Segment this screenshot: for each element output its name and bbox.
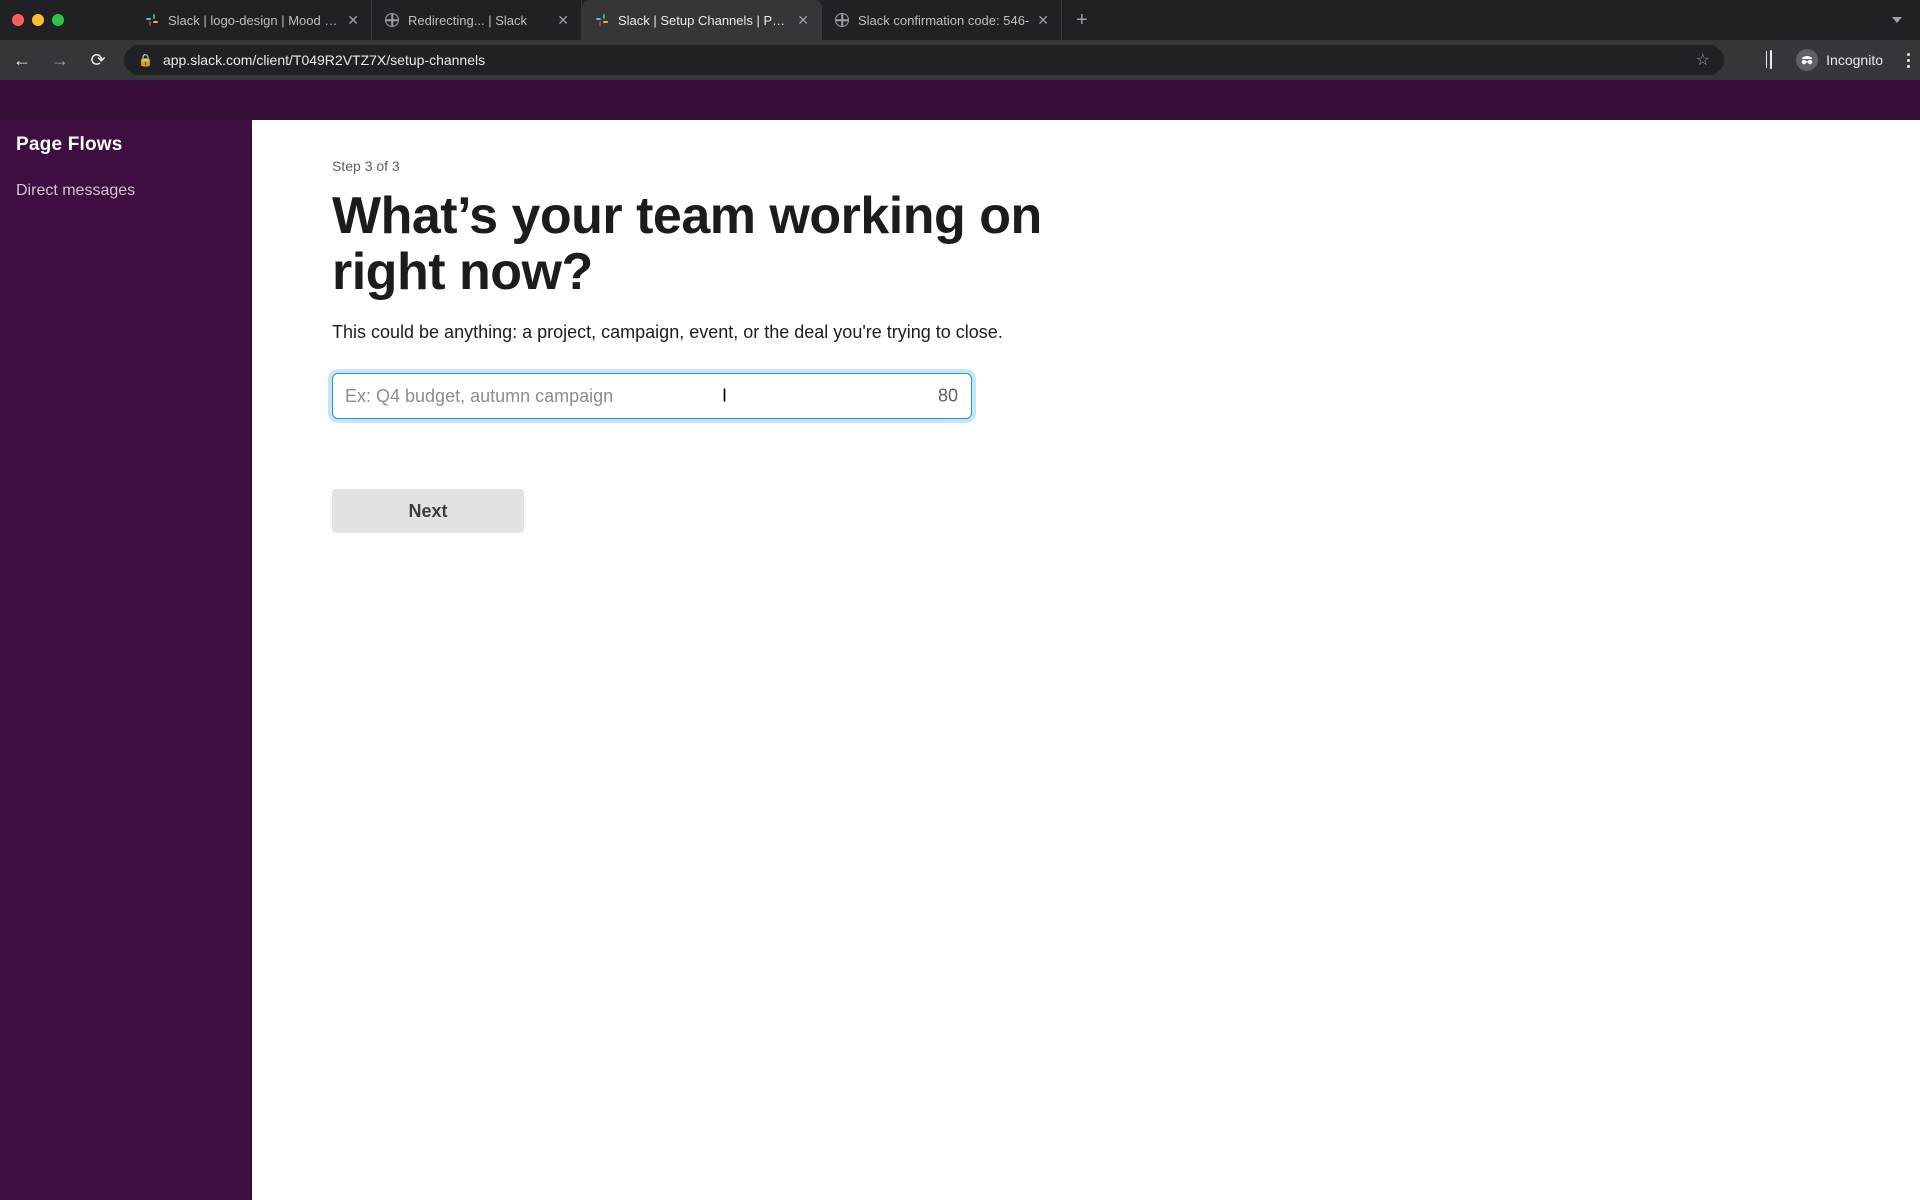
channel-name-field: 80 I bbox=[332, 373, 972, 419]
lock-icon: 🔒 bbox=[138, 53, 153, 67]
forward-button[interactable]: → bbox=[48, 50, 72, 71]
globe-icon bbox=[384, 12, 400, 28]
tab-label: Slack | Setup Channels | Page bbox=[618, 13, 789, 28]
chevron-down-icon bbox=[1892, 17, 1902, 23]
window-titlebar: Slack | logo-design | Mood Joy ✕ Redirec… bbox=[0, 0, 1920, 40]
page-heading: What’s your team working on right now? bbox=[332, 188, 1092, 300]
window-close-button[interactable] bbox=[12, 14, 24, 26]
workspace-name[interactable]: Page Flows bbox=[16, 134, 236, 156]
window-controls bbox=[12, 14, 64, 26]
url-text: app.slack.com/client/T049R2VTZ7X/setup-c… bbox=[163, 52, 1686, 68]
browser-tab-0[interactable]: Slack | logo-design | Mood Joy ✕ bbox=[132, 0, 372, 40]
browser-tab-2[interactable]: Slack | Setup Channels | Page ✕ bbox=[582, 0, 822, 40]
slack-icon bbox=[594, 12, 610, 28]
address-bar[interactable]: 🔒 app.slack.com/client/T049R2VTZ7X/setup… bbox=[124, 45, 1724, 75]
kebab-icon bbox=[1907, 53, 1910, 68]
tab-strip: Slack | logo-design | Mood Joy ✕ Redirec… bbox=[132, 0, 1102, 40]
tabstrip-overflow[interactable] bbox=[1892, 17, 1908, 23]
side-panel-button[interactable] bbox=[1770, 51, 1772, 69]
window-minimize-button[interactable] bbox=[32, 14, 44, 26]
incognito-icon bbox=[1796, 49, 1818, 71]
browser-tab-3[interactable]: Slack confirmation code: 546- ✕ bbox=[822, 0, 1062, 40]
page-subtext: This could be anything: a project, campa… bbox=[332, 322, 1920, 343]
close-icon[interactable]: ✕ bbox=[347, 13, 359, 27]
close-icon[interactable]: ✕ bbox=[1037, 13, 1049, 27]
slack-icon bbox=[144, 12, 160, 28]
incognito-label: Incognito bbox=[1826, 52, 1883, 68]
sidebar-item-direct-messages[interactable]: Direct messages bbox=[16, 176, 236, 206]
close-icon[interactable]: ✕ bbox=[557, 13, 569, 27]
window-zoom-button[interactable] bbox=[52, 14, 64, 26]
setup-channel-form: Step 3 of 3 What’s your team working on … bbox=[252, 120, 1920, 1200]
reload-button[interactable]: ⟳ bbox=[86, 50, 110, 71]
slack-top-bar bbox=[0, 80, 1920, 120]
browser-toolbar: ← → ⟳ 🔒 app.slack.com/client/T049R2VTZ7X… bbox=[0, 40, 1920, 80]
slack-app: Page Flows Direct messages Step 3 of 3 W… bbox=[0, 80, 1920, 1200]
globe-icon bbox=[834, 12, 850, 28]
close-icon[interactable]: ✕ bbox=[797, 13, 809, 27]
panels-icon bbox=[1770, 50, 1772, 69]
sidebar: Page Flows Direct messages bbox=[0, 120, 252, 1200]
incognito-indicator[interactable]: Incognito bbox=[1786, 45, 1893, 75]
new-tab-button[interactable]: + bbox=[1062, 0, 1102, 40]
browser-menu-button[interactable] bbox=[1907, 53, 1910, 68]
bookmark-star-icon[interactable]: ☆ bbox=[1696, 50, 1710, 70]
next-button[interactable]: Next bbox=[332, 489, 524, 533]
back-button[interactable]: ← bbox=[10, 50, 34, 71]
browser-tab-1[interactable]: Redirecting... | Slack ✕ bbox=[372, 0, 582, 40]
step-indicator: Step 3 of 3 bbox=[332, 158, 1920, 174]
tab-label: Redirecting... | Slack bbox=[408, 13, 549, 28]
tab-label: Slack | logo-design | Mood Joy bbox=[168, 13, 339, 28]
channel-name-input[interactable] bbox=[332, 373, 972, 419]
tab-label: Slack confirmation code: 546- bbox=[858, 13, 1029, 28]
